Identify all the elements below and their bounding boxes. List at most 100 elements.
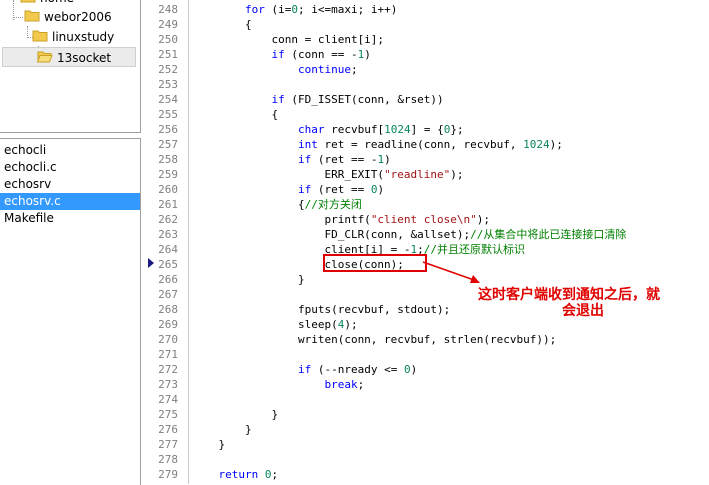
code-line: fputs(recvbuf, stdout); — [192, 302, 450, 317]
code-token: 1024 — [384, 123, 411, 136]
line-number: 259 — [158, 168, 178, 181]
code-token: //并且还原默认标识 — [423, 243, 526, 256]
code-token: (--nready <= — [311, 363, 404, 376]
code-token: ; i<=maxi; i++) — [297, 3, 398, 16]
code-token: if — [297, 153, 312, 166]
code-token: if — [297, 183, 312, 196]
code-line: for (i=0; i<=maxi; i++) — [192, 2, 397, 17]
code-line: } — [192, 422, 252, 437]
line-number: 262 — [158, 213, 178, 226]
code-token: ] = { — [410, 123, 444, 136]
folder-icon — [32, 28, 48, 48]
code-line: if (conn == -1) — [192, 47, 371, 62]
file-item-echosrv[interactable]: echosrv — [0, 176, 140, 193]
current-line-marker-icon — [148, 258, 154, 268]
code-token: FD_CLR(conn, &allset); — [192, 228, 471, 241]
code-token: continue — [297, 63, 351, 76]
annotation-arrow-icon — [422, 261, 480, 283]
code-token: return — [218, 468, 259, 481]
file-item-echocli-c[interactable]: echocli.c — [0, 159, 140, 176]
code-line: if (ret == 0) — [192, 182, 384, 197]
tree-item-label: linuxstudy — [52, 30, 115, 44]
file-list[interactable]: echocli echocli.c echosrv echosrv.c Make… — [0, 138, 141, 485]
line-number: 275 — [158, 408, 178, 421]
code-line: int ret = readline(conn, recvbuf, 1024); — [192, 137, 563, 152]
file-item-echocli[interactable]: echocli — [0, 142, 140, 159]
code-token: ; — [350, 63, 358, 76]
code-token: //从集合中将此已连接接口清除 — [470, 228, 627, 241]
folder-tree[interactable]: home webor2006 linuxstudy 13socket — [0, 0, 141, 133]
code-line: if (ret == -1) — [192, 152, 391, 167]
line-number: 250 — [158, 33, 178, 46]
line-number: 248 — [158, 3, 178, 16]
line-number: 252 — [158, 63, 178, 76]
code-token: int — [297, 138, 318, 151]
code-line: } — [192, 407, 278, 422]
code-token: ) — [384, 153, 391, 166]
line-number: 266 — [158, 273, 178, 286]
tree-item-webor2006[interactable]: webor2006 — [24, 7, 112, 27]
code-token: (FD_ISSET(conn, &rset)) — [284, 93, 444, 106]
file-item-echosrv-c[interactable]: echosrv.c — [0, 193, 140, 210]
line-number: 279 — [158, 468, 178, 481]
code-token: ) — [364, 48, 371, 61]
code-token: 0 — [264, 468, 272, 481]
code-token: (ret == - — [311, 153, 378, 166]
code-token: ) — [377, 183, 385, 196]
line-number: 278 — [158, 453, 178, 466]
code-line: {//对方关闭 — [192, 197, 362, 212]
line-number: 261 — [158, 198, 178, 211]
code-token: ) — [410, 363, 418, 376]
code-token: "readline" — [384, 168, 451, 181]
tree-item-label: 13socket — [57, 51, 112, 65]
line-number: 257 — [158, 138, 178, 151]
line-number: 274 — [158, 393, 178, 406]
code-line: { — [192, 17, 252, 32]
line-number: 269 — [158, 318, 178, 331]
highlight-box — [323, 254, 427, 272]
code-line: writen(conn, recvbuf, strlen(recvbuf)); — [192, 332, 556, 347]
code-line: sleep(4); — [192, 317, 358, 332]
code-token: ); — [476, 213, 491, 226]
code-token: { — [192, 108, 279, 121]
code-line: conn = client[i]; — [192, 32, 384, 47]
code-editor[interactable]: for (i=0; i<=maxi; i++) { conn = client[… — [192, 0, 709, 484]
code-token: break — [324, 378, 358, 391]
code-line: } — [192, 272, 305, 287]
tree-item-13socket[interactable]: 13socket — [2, 47, 136, 67]
code-token: ); — [450, 168, 464, 181]
code-token: for — [244, 3, 265, 16]
line-number: 276 — [158, 423, 178, 436]
code-token: 1024 — [523, 138, 550, 151]
code-token: ; — [357, 378, 365, 391]
code-token: ERR_EXIT( — [192, 168, 385, 181]
line-number: 277 — [158, 438, 178, 451]
code-token: } — [192, 423, 252, 436]
tree-item-linuxstudy[interactable]: linuxstudy — [32, 27, 114, 47]
code-token: if — [271, 48, 285, 61]
code-token: writen(conn, recvbuf, strlen(recvbuf)); — [192, 333, 557, 346]
code-token: { — [192, 18, 252, 31]
code-token: recvbuf[ — [324, 123, 385, 136]
code-line: } — [192, 437, 225, 452]
code-token: printf( — [192, 213, 371, 226]
line-number: 249 — [158, 18, 178, 31]
code-token: ); — [344, 318, 358, 331]
file-item-makefile[interactable]: Makefile — [0, 210, 140, 227]
code-token: //对方关闭 — [304, 198, 362, 211]
line-number: 263 — [158, 228, 178, 241]
code-token: if — [297, 363, 312, 376]
code-token: (ret == — [311, 183, 371, 196]
line-number: 255 — [158, 108, 178, 121]
line-number: 273 — [158, 378, 178, 391]
